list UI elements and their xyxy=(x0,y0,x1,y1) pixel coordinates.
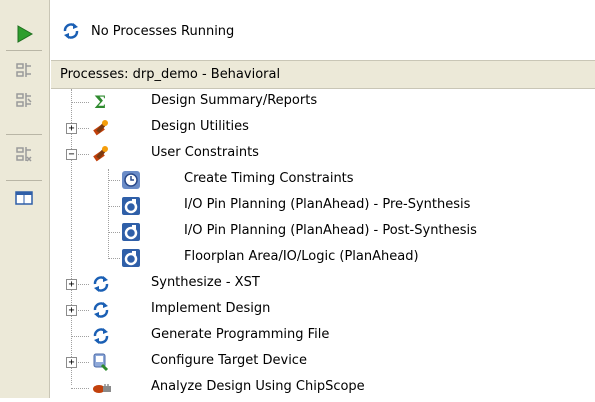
rerun-icon[interactable] xyxy=(12,58,36,82)
tree-item-i-o-pin-planning-planahead-post-synthesis[interactable]: I/O Pin Planning (PlanAhead) - Post-Synt… xyxy=(51,219,595,245)
process-status-bar: No Processes Running xyxy=(51,15,595,47)
planahead-icon xyxy=(121,248,141,268)
tree-item-label: Implement Design xyxy=(151,301,271,316)
tree-item-floorplan-area-io-logic-planahead[interactable]: Floorplan Area/IO/Logic (PlanAhead) xyxy=(51,245,595,271)
expand-icon[interactable]: + xyxy=(66,357,77,368)
tree-item-label: User Constraints xyxy=(151,145,259,160)
tree-item-implement-design[interactable]: + Implement Design xyxy=(51,297,595,323)
process-tree: Σ Design Summary/Reports + Design Utilities… xyxy=(51,89,595,398)
planahead-icon xyxy=(121,222,141,242)
tree-item-configure-target-device[interactable]: + Configure Target Device xyxy=(51,349,595,375)
tree-item-label: I/O Pin Planning (PlanAhead) - Pre-Synth… xyxy=(184,197,471,212)
tools-icon xyxy=(91,144,111,164)
expand-icon[interactable]: + xyxy=(66,123,77,134)
tree-item-label: Design Summary/Reports xyxy=(151,93,318,108)
refresh-icon xyxy=(91,300,111,320)
tree-item-design-summary-reports[interactable]: Σ Design Summary/Reports xyxy=(51,89,595,115)
planahead-icon xyxy=(121,196,141,216)
stop-icon[interactable] xyxy=(12,142,36,166)
tree-item-label: Design Utilities xyxy=(151,119,249,134)
clock-icon xyxy=(121,170,141,190)
status-text: No Processes Running xyxy=(91,23,235,39)
refresh-icon xyxy=(61,21,81,41)
tree-item-label: Configure Target Device xyxy=(151,353,307,368)
tree-item-design-utilities[interactable]: + Design Utilities xyxy=(51,115,595,141)
chipscope-icon xyxy=(91,378,111,398)
refresh-icon xyxy=(91,326,111,346)
refresh-icon xyxy=(91,274,111,294)
tree-item-synthesize-xst[interactable]: + Synthesize - XST xyxy=(51,271,595,297)
processes-header: Processes: drp_demo - Behavioral xyxy=(51,60,595,89)
tree-item-label: Floorplan Area/IO/Logic (PlanAhead) xyxy=(184,249,419,264)
tree-item-generate-programming-file[interactable]: Generate Programming File xyxy=(51,323,595,349)
sigma-icon: Σ xyxy=(91,92,111,113)
tree-item-label: Analyze Design Using ChipScope xyxy=(151,379,365,394)
tree-item-label: Generate Programming File xyxy=(151,327,330,342)
device-icon xyxy=(91,352,111,372)
window-icon[interactable] xyxy=(12,186,36,210)
svg-text:Σ: Σ xyxy=(94,93,106,112)
run-icon[interactable] xyxy=(12,22,36,46)
processes-title: Processes: drp_demo - Behavioral xyxy=(60,67,281,82)
tree-item-analyze-design-using-chipscope[interactable]: Analyze Design Using ChipScope xyxy=(51,375,595,401)
tree-item-user-constraints[interactable]: − User Constraints xyxy=(51,141,595,167)
tools-icon xyxy=(91,118,111,138)
expand-icon[interactable]: + xyxy=(66,279,77,290)
collapse-icon[interactable]: − xyxy=(66,149,77,160)
rerun-all-icon[interactable] xyxy=(12,88,36,112)
tree-item-create-timing-constraints[interactable]: Create Timing Constraints xyxy=(51,167,595,193)
process-toolbar xyxy=(0,0,50,398)
tree-item-label: I/O Pin Planning (PlanAhead) - Post-Synt… xyxy=(184,223,477,238)
expand-icon[interactable]: + xyxy=(66,305,77,316)
tree-item-i-o-pin-planning-planahead-pre-synthesis[interactable]: I/O Pin Planning (PlanAhead) - Pre-Synth… xyxy=(51,193,595,219)
tree-item-label: Create Timing Constraints xyxy=(184,171,354,186)
tree-item-label: Synthesize - XST xyxy=(151,275,260,290)
